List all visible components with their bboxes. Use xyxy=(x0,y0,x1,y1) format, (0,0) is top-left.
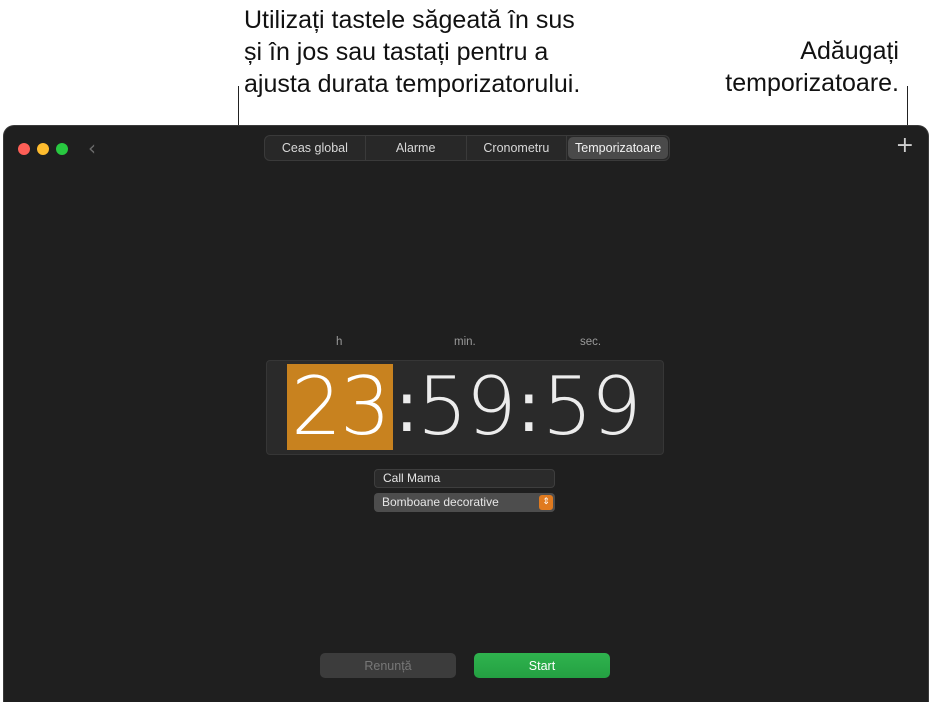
time-separator: : xyxy=(517,366,541,448)
sound-select[interactable]: Bomboane decorative ⇕ xyxy=(374,493,555,512)
callout-add-timers-line1: Adăugați xyxy=(800,37,899,65)
hours-field[interactable]: 23 xyxy=(287,364,393,450)
zoom-window-button[interactable] xyxy=(56,143,68,155)
minutes-field[interactable]: 59 xyxy=(417,364,517,450)
screenshot-stage: Utilizați tastele săgeată în sus și în j… xyxy=(0,0,931,702)
start-button[interactable]: Start xyxy=(474,653,610,678)
seconds-field[interactable]: 59 xyxy=(542,364,642,450)
callout-add-timers: Adăugați temporizatoare. xyxy=(639,35,899,99)
tab-timers[interactable]: Temporizatoare xyxy=(568,137,668,159)
minutes-unit-label: min. xyxy=(454,336,476,348)
view-tabs: Ceas global Alarme Cronometru Temporizat… xyxy=(264,135,670,161)
callout-time-adjust-line2: și în jos sau tastați pentru a xyxy=(244,38,549,66)
sound-select-value: Bomboane decorative xyxy=(382,495,499,509)
chevron-left-icon[interactable]: ‹ xyxy=(88,138,96,158)
tab-stopwatch[interactable]: Cronometru xyxy=(467,136,568,160)
tab-alarms[interactable]: Alarme xyxy=(366,136,467,160)
callout-time-adjust: Utilizați tastele săgeată în sus și în j… xyxy=(244,4,664,100)
tab-world-clock[interactable]: Ceas global xyxy=(265,136,366,160)
seconds-unit-label: sec. xyxy=(580,336,602,348)
cancel-button[interactable]: Renunță xyxy=(320,653,456,678)
clock-app-window: ‹ Ceas global Alarme Cronometru Temporiz… xyxy=(3,125,929,702)
time-separator: : xyxy=(395,366,419,448)
timer-label-input[interactable]: Call Mama xyxy=(374,469,555,488)
minimize-window-button[interactable] xyxy=(37,143,49,155)
plus-icon[interactable]: + xyxy=(896,135,914,157)
hours-unit-label: h xyxy=(336,336,343,348)
callout-time-adjust-line3: ajusta durata temporizatorului. xyxy=(244,70,581,98)
callout-add-timers-line2: temporizatoare. xyxy=(725,69,899,97)
close-window-button[interactable] xyxy=(18,143,30,155)
chevron-up-down-icon: ⇕ xyxy=(539,495,553,510)
callout-time-adjust-line1: Utilizați tastele săgeată în sus xyxy=(244,6,575,34)
